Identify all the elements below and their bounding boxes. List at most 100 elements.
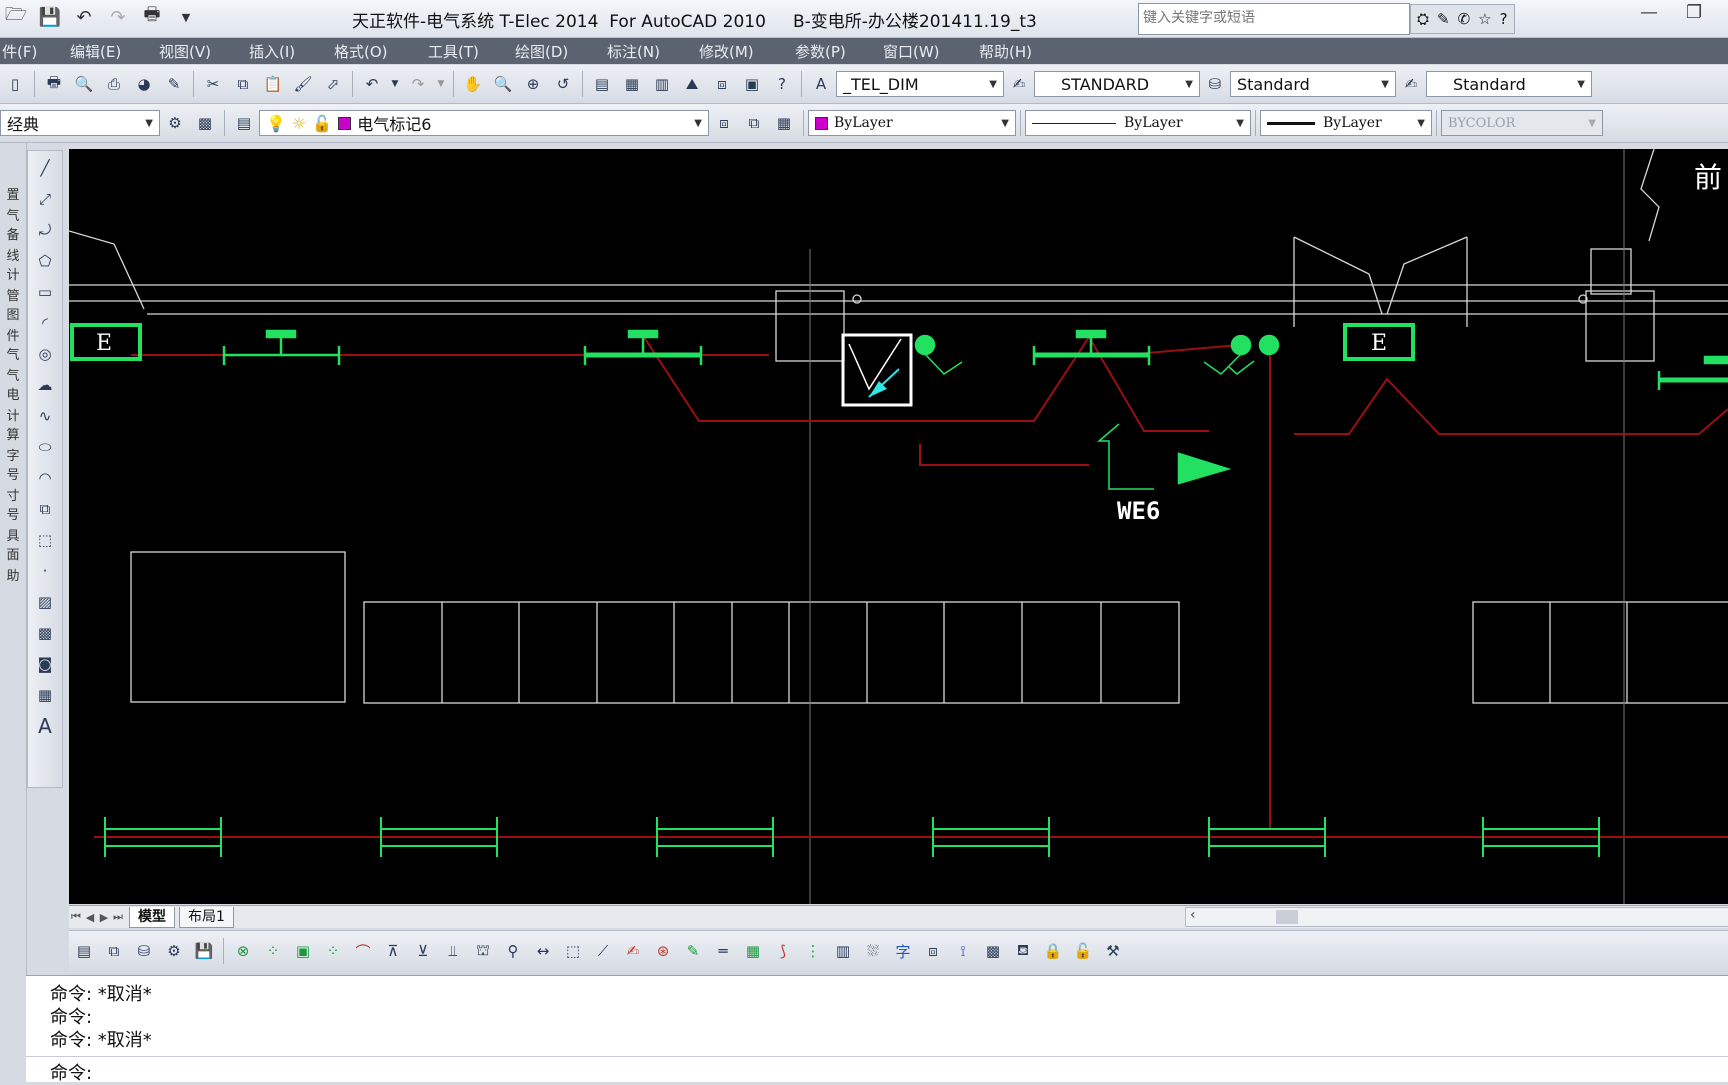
insert-block-icon[interactable]: ⧉ xyxy=(34,498,56,520)
undo-icon[interactable]: ↶ xyxy=(72,5,96,29)
markup-icon[interactable]: ⧈ xyxy=(711,73,733,95)
menu-window[interactable]: 窗口(W) xyxy=(883,41,979,62)
tab-layout1[interactable]: 布局1 xyxy=(179,906,234,928)
menu-tools[interactable]: 工具(T) xyxy=(428,41,515,62)
3d-dwf-icon[interactable]: ◕ xyxy=(133,73,155,95)
lineweight-dropdown[interactable]: ByLayer ▼ xyxy=(1260,110,1432,136)
side-menu-item[interactable]: 气 xyxy=(6,369,19,385)
hatch-icon[interactable]: ▨ xyxy=(34,591,56,613)
favorites-star-icon[interactable]: ☆ xyxy=(1478,10,1491,28)
undo-icon[interactable]: ↶ xyxy=(361,73,383,95)
tool-icon[interactable]: ↔ xyxy=(532,940,554,962)
scroll-thumb[interactable] xyxy=(1276,910,1298,924)
last-tab-icon[interactable]: ⏭ xyxy=(111,910,125,924)
side-menu-item[interactable]: 字 xyxy=(6,449,19,465)
zoom-realtime-icon[interactable]: 🔍 xyxy=(492,73,514,95)
menu-parameters[interactable]: 参数(P) xyxy=(795,41,883,62)
copy-icon[interactable]: ⧉ xyxy=(232,73,254,95)
lock-icon[interactable]: 🔒 xyxy=(1042,940,1064,962)
scroll-left-icon[interactable]: ‹ xyxy=(1190,907,1196,923)
next-tab-icon[interactable]: ▶ xyxy=(97,911,111,924)
menu-format[interactable]: 格式(O) xyxy=(334,41,428,62)
save-icon[interactable]: 💾 xyxy=(38,5,62,29)
tool-icon[interactable]: ⛆ xyxy=(862,940,884,962)
tab-model[interactable]: 模型 xyxy=(129,906,175,928)
side-menu-item[interactable]: 管 xyxy=(6,289,19,305)
make-block-icon[interactable]: ⬚ xyxy=(34,529,56,551)
side-menu-item[interactable]: 计 xyxy=(6,409,19,425)
open-icon[interactable]: 🗁 xyxy=(4,4,28,29)
tool-icon[interactable]: ▤ xyxy=(73,940,95,962)
qat-dropdown-icon[interactable]: ▼ xyxy=(174,5,198,29)
polygon-icon[interactable]: ⬠ xyxy=(34,250,56,272)
redo-icon[interactable]: ↷ xyxy=(106,5,130,29)
side-menu-item[interactable]: 面 xyxy=(6,548,19,566)
restore-icon[interactable]: ❐ xyxy=(1686,2,1702,23)
tool-icon[interactable]: ⋮ xyxy=(802,940,824,962)
workspace-save-icon[interactable]: ▩ xyxy=(194,112,216,134)
side-menu-item[interactable]: 号 xyxy=(6,508,19,526)
layer-manager-icon[interactable]: ▤ xyxy=(233,112,255,134)
tool-icon[interactable]: ⁘ xyxy=(322,940,344,962)
first-tab-icon[interactable]: ⏮ xyxy=(69,910,83,924)
block-editor-icon[interactable]: ⬀ xyxy=(322,73,344,95)
lamp-icon[interactable]: ⊗ xyxy=(232,940,254,962)
workspace-settings-icon[interactable]: ⚙ xyxy=(164,112,186,134)
menu-modify[interactable]: 修改(M) xyxy=(699,41,795,62)
tool-icon[interactable]: ⌒ xyxy=(352,940,374,962)
tool-icon[interactable]: ⊛ xyxy=(652,940,674,962)
side-menu-item[interactable]: 助 xyxy=(6,569,19,585)
side-menu-item[interactable]: 件 xyxy=(6,329,19,345)
polyline-icon[interactable]: ⤾ xyxy=(34,219,56,241)
ellipse-icon[interactable]: ⬭ xyxy=(34,436,56,458)
text-style-dropdown[interactable]: _TEL_DIM ▼ xyxy=(836,71,1004,97)
color-dropdown[interactable]: ByLayer ▼ xyxy=(808,110,1016,136)
side-menu-item[interactable]: 寸 xyxy=(6,489,19,505)
text-style-icon[interactable]: A xyxy=(810,73,832,95)
undo-dropdown-icon[interactable]: ▼ xyxy=(391,73,399,95)
revision-cloud-icon[interactable]: ☁ xyxy=(34,374,56,396)
layer-dropdown[interactable]: 💡 ☼ 🔓 电气标记6 ▼ xyxy=(259,110,709,136)
layer-previous-icon[interactable]: ⧉ xyxy=(743,112,765,134)
side-menu-item[interactable]: 置 xyxy=(6,188,19,206)
menu-view[interactable]: 视图(V) xyxy=(159,41,249,62)
tool-icon[interactable]: ▦ xyxy=(742,940,764,962)
horizontal-scrollbar[interactable]: ‹ xyxy=(1185,907,1728,927)
multileader-style-icon[interactable]: ✍ xyxy=(1400,73,1422,95)
tool-icon[interactable]: ⛫ xyxy=(472,940,494,962)
help-icon[interactable]: ? xyxy=(1500,10,1508,28)
tool-icon[interactable]: ✍ xyxy=(622,940,644,962)
subscription-icon[interactable]: ✎ xyxy=(1437,10,1450,28)
print-icon[interactable]: 🖶 xyxy=(43,73,65,95)
tool-icon[interactable]: ⬚ xyxy=(562,940,584,962)
table-style-icon[interactable]: ⛁ xyxy=(1204,73,1226,95)
tool-icon[interactable]: ⊼ xyxy=(382,940,404,962)
menu-edit[interactable]: 编辑(E) xyxy=(70,41,159,62)
tool-icon[interactable]: ⫫ xyxy=(442,940,464,962)
quickcalc-icon[interactable]: ▣ xyxy=(741,73,763,95)
table-style-dropdown[interactable]: Standard ▼ xyxy=(1230,71,1396,97)
print-preview-icon[interactable]: 🔍 xyxy=(73,73,95,95)
cut-icon[interactable]: ✂ xyxy=(202,73,224,95)
line-icon[interactable]: ╱ xyxy=(34,157,56,179)
point-icon[interactable]: · xyxy=(34,560,56,582)
unlock-icon[interactable]: 🔓 xyxy=(1072,940,1094,962)
construction-line-icon[interactable]: ⤢ xyxy=(34,188,56,210)
dim-style-icon[interactable]: ✍ xyxy=(1008,73,1030,95)
arc-icon[interactable]: ◜ xyxy=(34,312,56,334)
side-menu-item[interactable]: 号 xyxy=(6,468,19,486)
tool-icon[interactable]: ▩ xyxy=(982,940,1004,962)
menu-file[interactable]: 件(F) xyxy=(2,41,70,62)
tool-icon[interactable]: 字 xyxy=(892,940,914,962)
menu-draw[interactable]: 绘图(D) xyxy=(515,41,607,62)
circle-icon[interactable]: ◎ xyxy=(34,343,56,365)
publish-icon[interactable]: ⎙ xyxy=(103,73,125,95)
layer-state-icon[interactable]: ▦ xyxy=(773,112,795,134)
help-icon[interactable]: ? xyxy=(771,73,793,95)
tool-icon[interactable]: ═ xyxy=(712,940,734,962)
side-menu-item[interactable]: 电 xyxy=(6,388,19,406)
sheet-set-icon[interactable]: ⛰ xyxy=(681,73,703,95)
make-current-layer-icon[interactable]: ⧈ xyxy=(713,112,735,134)
side-menu-item[interactable]: 图 xyxy=(6,308,19,326)
tool-icon[interactable]: ⛁ xyxy=(133,940,155,962)
